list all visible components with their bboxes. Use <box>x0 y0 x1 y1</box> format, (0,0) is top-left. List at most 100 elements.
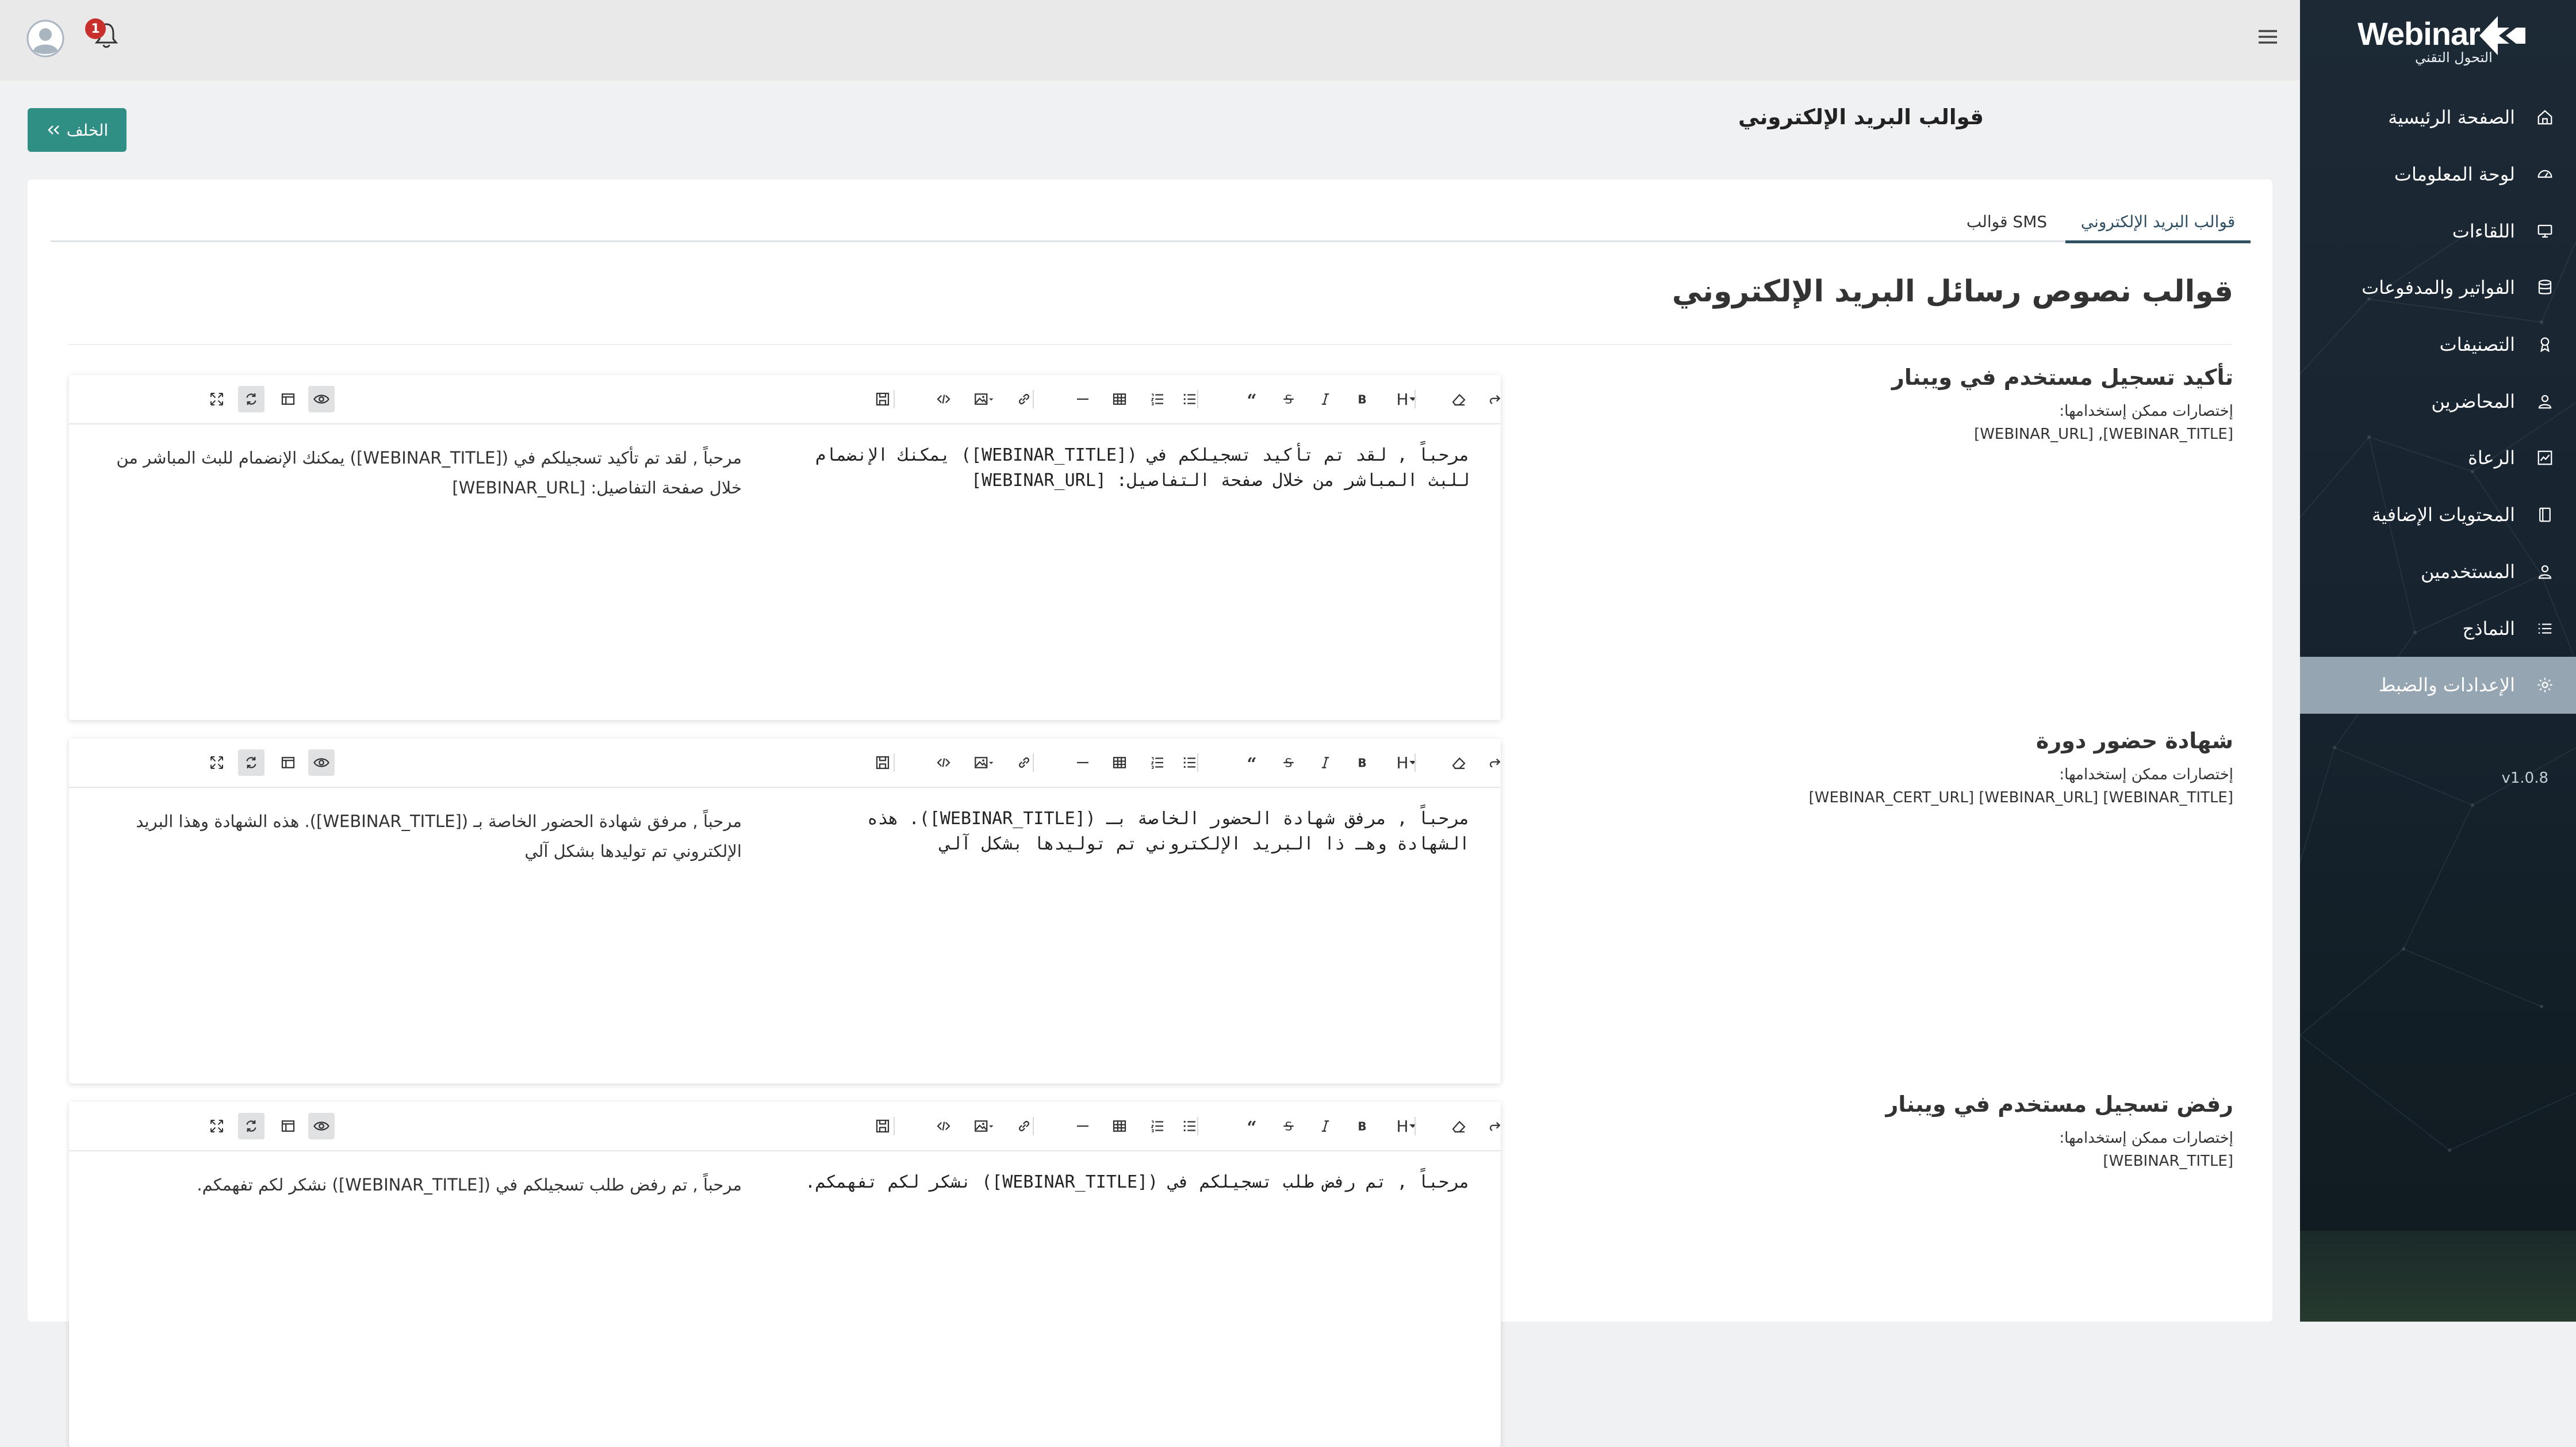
image-button[interactable] <box>966 386 1000 412</box>
tab-email-templates[interactable]: قوالب البريد الإلكتروني <box>2065 202 2251 243</box>
italic-button[interactable] <box>1312 749 1339 776</box>
table-button[interactable] <box>1106 386 1133 412</box>
bold-button[interactable]: B <box>1349 386 1375 412</box>
sidebar-item-lecturers[interactable]: المحاضرين <box>2300 373 2576 430</box>
horizontal-rule-icon <box>1077 761 1088 764</box>
preview-toggle-button[interactable] <box>308 1113 335 1139</box>
horizontal-rule-button[interactable] <box>1070 749 1096 776</box>
redo-button[interactable] <box>1481 386 1501 412</box>
split-view-icon <box>281 757 295 768</box>
unordered-list-button[interactable] <box>1176 386 1203 412</box>
italic-button[interactable] <box>1312 386 1339 412</box>
template-name: تأكيد تسجيل مستخدم في ويبنار <box>1891 365 2233 390</box>
markdown-preview: مرحباً , مرفق شهادة الحضور الخاصة بـ ([W… <box>136 811 742 861</box>
sidebar-item-sponsors[interactable]: الرعاة <box>2300 430 2576 487</box>
save-button[interactable] <box>869 1113 896 1139</box>
tab-sms-templates[interactable]: قوالب SMS <box>1961 202 2053 240</box>
bullet-list-icon <box>1183 757 1195 768</box>
sidebar-item-users[interactable]: المستخدمين <box>2300 543 2576 600</box>
strikethrough-button[interactable]: S <box>1275 749 1302 776</box>
fullscreen-button[interactable] <box>204 1113 230 1139</box>
unordered-list-button[interactable] <box>1176 1113 1203 1139</box>
back-button[interactable]: الخلف <box>28 108 126 152</box>
shortcuts-hint: إختصارات ممكن إستخدامها: <box>2059 403 2233 420</box>
ordered-list-button[interactable] <box>1144 386 1171 412</box>
split-view-button[interactable] <box>275 749 301 776</box>
redo-button[interactable] <box>1481 749 1501 776</box>
strikethrough-icon: S <box>1283 393 1294 407</box>
quote-button[interactable]: “ <box>1239 749 1265 776</box>
save-button[interactable] <box>869 749 896 776</box>
horizontal-rule-button[interactable] <box>1070 1113 1096 1139</box>
horizontal-rule-button[interactable] <box>1070 386 1096 412</box>
toolbar-separator <box>1033 1117 1034 1135</box>
numbered-list-icon <box>1151 1120 1163 1132</box>
sidebar-item-meetings[interactable]: اللقاءات <box>2300 202 2576 259</box>
app-logo[interactable]: Webinar التحول التقني <box>2358 10 2530 68</box>
numbered-list-icon <box>1151 393 1163 405</box>
redo-button[interactable] <box>1481 1113 1501 1139</box>
italic-icon <box>1321 393 1329 405</box>
sidebar-item-extra-content[interactable]: المحتويات الإضافية <box>2300 487 2576 543</box>
bold-button[interactable]: B <box>1349 749 1375 776</box>
shortcut-codes: [WEBINAR_TITLE] <box>2103 1153 2233 1170</box>
preview-toggle-button[interactable] <box>308 386 335 412</box>
code-button[interactable] <box>930 386 957 412</box>
sync-scroll-button[interactable] <box>238 749 264 776</box>
sidebar-item-forms[interactable]: النماذج <box>2300 600 2576 657</box>
table-button[interactable] <box>1106 749 1133 776</box>
sidebar-item-settings[interactable]: الإعدادات والضبط <box>2300 656 2576 714</box>
sync-scroll-button[interactable] <box>238 1113 264 1139</box>
strikethrough-button[interactable]: S <box>1275 1113 1302 1139</box>
quote-button[interactable]: “ <box>1239 1113 1265 1139</box>
sync-scroll-button[interactable] <box>238 386 264 412</box>
italic-icon <box>1321 1120 1329 1132</box>
clear-format-button[interactable] <box>1446 1113 1472 1139</box>
markdown-preview: مرحباً , لقد تم تأكيد تسجيلكم في ([WEBIN… <box>116 448 742 497</box>
clear-format-button[interactable] <box>1446 749 1472 776</box>
eye-icon <box>313 1121 329 1131</box>
unordered-list-button[interactable] <box>1176 749 1203 776</box>
image-button[interactable] <box>966 1113 1000 1139</box>
table-icon <box>1113 393 1126 405</box>
fullscreen-button[interactable] <box>204 749 230 776</box>
split-view-button[interactable] <box>275 386 301 412</box>
editor-toolbar: H B S “ <box>69 1102 1501 1151</box>
sidebar-item-home[interactable]: الصفحة الرئيسية <box>2300 89 2576 146</box>
avatar[interactable] <box>26 20 64 58</box>
toolbar-separator <box>1414 753 1416 772</box>
ordered-list-button[interactable] <box>1144 749 1171 776</box>
preview-toggle-button[interactable] <box>308 749 335 776</box>
sidebar-item-label: الرعاة <box>2468 447 2515 469</box>
shortcuts-hint: إختصارات ممكن إستخدامها: <box>2059 1130 2233 1147</box>
markdown-source-input[interactable]: مرحباً , تم رفض طلب تسجيلكم في ([WEBINAR… <box>791 1170 1470 1195</box>
markdown-source-input[interactable]: مرحباً , لقد تم تأكيد تسجيلكم في ([WEBIN… <box>791 443 1470 493</box>
sidebar-item-invoices[interactable]: الفواتير والمدفوعات <box>2300 259 2576 316</box>
bold-button[interactable]: B <box>1349 1113 1375 1139</box>
fullscreen-button[interactable] <box>204 386 230 412</box>
back-arrow-icon <box>47 125 59 135</box>
svg-text:“: “ <box>1247 755 1256 772</box>
eye-icon <box>313 758 329 767</box>
sidebar-item-categories[interactable]: التصنيفات <box>2300 316 2576 373</box>
strikethrough-button[interactable]: S <box>1275 386 1302 412</box>
quote-button[interactable]: “ <box>1239 386 1265 412</box>
heading-button[interactable]: H <box>1389 386 1424 412</box>
image-button[interactable] <box>966 749 1000 776</box>
heading-button[interactable]: H <box>1389 749 1424 776</box>
markdown-source-input[interactable]: مرحباً , مرفق شهادة الحضور الخاصة بـ ([W… <box>791 806 1470 857</box>
clear-format-button[interactable] <box>1446 386 1472 412</box>
code-button[interactable] <box>930 1113 957 1139</box>
ordered-list-button[interactable] <box>1144 1113 1171 1139</box>
code-button[interactable] <box>930 749 957 776</box>
eye-icon <box>313 395 329 404</box>
bold-icon: B <box>1358 756 1366 770</box>
heading-button[interactable]: H <box>1389 1113 1424 1139</box>
split-view-button[interactable] <box>275 1113 301 1139</box>
italic-button[interactable] <box>1312 1113 1339 1139</box>
table-button[interactable] <box>1106 1113 1133 1139</box>
split-view-icon <box>281 393 295 405</box>
save-button[interactable] <box>869 386 896 412</box>
sidebar-item-dashboard[interactable]: لوحة المعلومات <box>2300 146 2576 203</box>
hamburger-menu-icon[interactable] <box>2256 26 2279 47</box>
